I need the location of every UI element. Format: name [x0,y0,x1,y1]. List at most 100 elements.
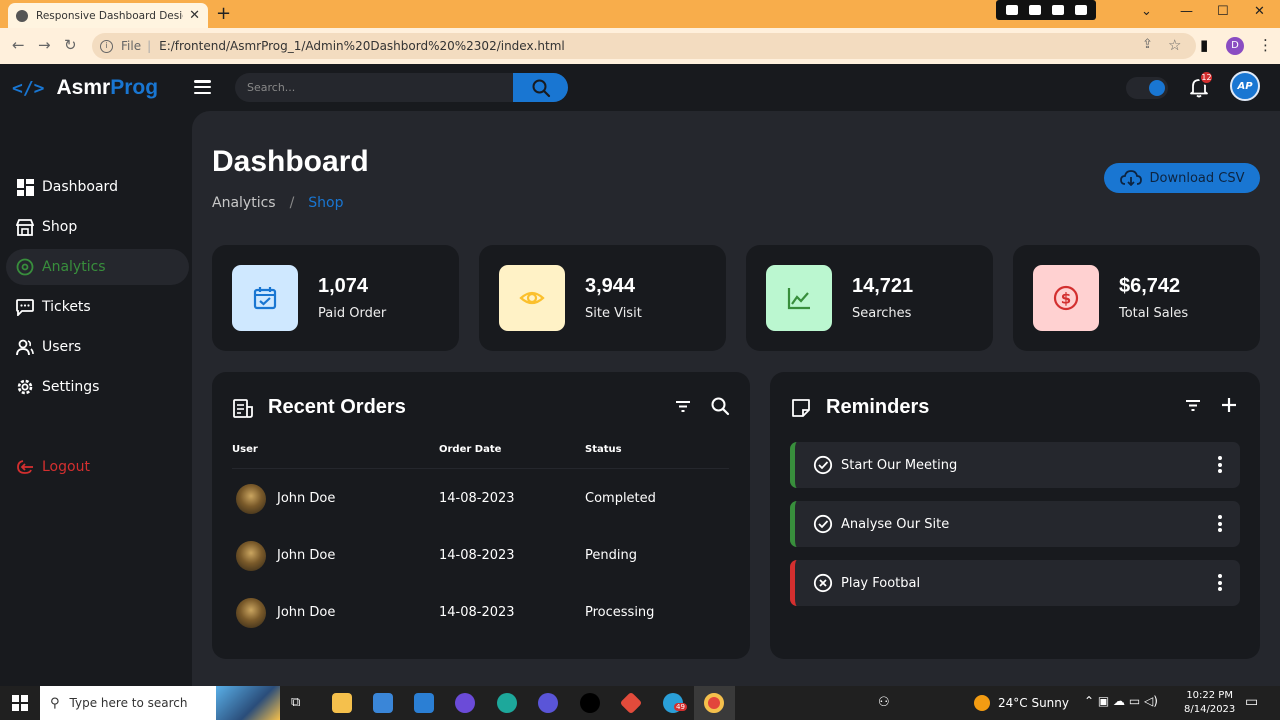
top-nav: </> Asmr Prog 12 AP [0,64,1280,111]
sidebar-item-settings[interactable]: Settings [0,369,192,405]
forward-icon[interactable]: → [38,36,51,54]
recent-orders-panel: Recent Orders User Order Date Status Joh… [212,372,750,659]
table-row[interactable]: John Doe 14-08-2023 Processing [232,584,729,640]
notification-bell[interactable]: 12 [1188,70,1214,102]
dashboard-app: </> Asmr Prog 12 AP Dashboard Shop [0,64,1280,686]
close-window-icon[interactable]: ✕ [1254,4,1265,19]
task-view-icon[interactable]: ⧉ [291,695,311,715]
info-icon[interactable]: i [100,39,113,53]
stat-label: Searches [852,306,912,321]
telegram-badge: 49 [674,703,687,711]
search-input[interactable] [235,73,513,102]
search-form [235,73,568,102]
breadcrumb-separator: / [289,195,295,211]
close-tab-icon[interactable]: ✕ [189,8,200,23]
people-icon[interactable]: ⚇ [878,695,890,710]
sidebar-item-users[interactable]: Users [0,329,192,365]
more-vertical-icon[interactable] [1218,574,1222,591]
search-button[interactable] [513,73,568,102]
column-header-user: User [232,444,258,455]
hamburger-menu-icon[interactable] [194,80,211,94]
notification-center-icon[interactable]: ▭ [1245,694,1258,710]
breadcrumb-shop[interactable]: Shop [308,195,343,211]
sidebar-toggle-icon[interactable]: ▮ [1200,36,1208,54]
chevron-down-icon[interactable]: ⌄ [1141,4,1152,19]
dollar-circle-icon: $ [1033,265,1099,331]
file-explorer-icon[interactable] [332,693,352,713]
share-icon[interactable]: ⇪ [1142,37,1153,52]
system-tray-icons[interactable]: ⌃ ▣ ☁ ▭ ◁) [1084,694,1158,708]
address-bar[interactable]: i File | E:/frontend/AsmrProg_1/Admin%20… [92,33,1196,59]
media-app-icon[interactable] [455,693,475,713]
order-date: 14-08-2023 [439,491,515,506]
new-tab-icon[interactable]: + [216,3,231,24]
maximize-icon[interactable]: ☐ [1217,4,1229,19]
svg-text:$: $ [1061,290,1071,308]
store-app-icon[interactable] [373,693,393,713]
reminder-item[interactable]: Start Our Meeting [790,442,1240,488]
cloud-download-icon [1119,170,1142,186]
media-app-icon-2[interactable] [538,693,558,713]
logout-button[interactable]: Logout [0,449,192,485]
theme-toggle[interactable] [1126,77,1168,99]
window-icon[interactable] [1051,5,1064,15]
more-vertical-icon[interactable] [1218,515,1222,532]
gear-icon[interactable] [1074,5,1087,15]
download-csv-button[interactable]: Download CSV [1104,163,1260,193]
table-row[interactable]: John Doe 14-08-2023 Pending [232,527,729,583]
windows-start-icon[interactable] [12,695,28,711]
filter-icon[interactable] [674,397,692,415]
back-icon[interactable]: ← [12,36,25,54]
check-circle-icon [813,455,833,475]
sidebar-item-analytics[interactable]: Analytics [6,249,189,285]
profile-avatar[interactable]: D [1226,37,1244,55]
sidebar-item-dashboard[interactable]: Dashboard [0,169,192,205]
tiktok-icon[interactable] [580,693,600,713]
camera-icon[interactable] [1005,5,1018,15]
browser-tab[interactable]: Responsive Dashboard Design # ✕ [8,3,208,28]
orders-actions [674,396,730,416]
bookmark-star-icon[interactable]: ☆ [1168,36,1181,54]
logo-text-part2: Prog [110,76,159,99]
message-icon [16,298,34,316]
breadcrumb-analytics[interactable]: Analytics [212,195,276,211]
filter-icon[interactable] [1184,396,1202,414]
order-user: John Doe [277,548,336,563]
more-vertical-icon[interactable] [1218,456,1222,473]
logo[interactable]: </> Asmr Prog [12,76,158,100]
reminder-item[interactable]: Play Footbal [790,560,1240,606]
sidebar-item-tickets[interactable]: Tickets [0,289,192,325]
url-separator: | [147,39,152,53]
avatar [236,598,266,628]
table-row[interactable]: John Doe 14-08-2023 Completed [232,470,729,526]
weather-widget[interactable]: 24°C Sunny [974,695,1069,711]
chrome-icon[interactable] [704,693,724,713]
reminder-item[interactable]: Analyse Our Site [790,501,1240,547]
reload-icon[interactable]: ↻ [64,36,77,54]
stat-label: Paid Order [318,306,387,321]
mail-icon[interactable] [414,693,434,713]
more-menu-icon[interactable]: ⋮ [1258,36,1273,54]
taskbar-search[interactable]: ⚲ Type here to search [40,686,280,720]
clock[interactable]: 10:22 PM 8/14/2023 [1184,689,1235,717]
notification-count: 12 [1199,70,1214,85]
sidebar-item-label: Users [42,339,82,355]
sidebar-item-shop[interactable]: Shop [0,209,192,245]
sun-icon [974,695,990,711]
receipt-icon [233,398,253,418]
search-icon[interactable] [710,396,730,416]
analytics-icon [16,258,34,276]
recent-orders-title: Recent Orders [268,396,406,418]
git-icon[interactable] [619,691,643,715]
check-circle-icon [813,514,833,534]
minimize-icon[interactable]: — [1180,4,1193,19]
users-icon [16,338,34,356]
column-header-status: Status [585,444,622,455]
user-avatar[interactable]: AP [1230,71,1260,101]
edge-icon[interactable] [497,693,517,713]
video-icon[interactable] [1028,5,1041,15]
windows-taskbar: ⚲ Type here to search ⧉ 49 ⚇ 24°C Sunny … [0,686,1280,720]
add-icon[interactable] [1220,396,1238,414]
stat-value: 3,944 [585,275,636,297]
sidebar-item-label: Dashboard [42,179,118,195]
